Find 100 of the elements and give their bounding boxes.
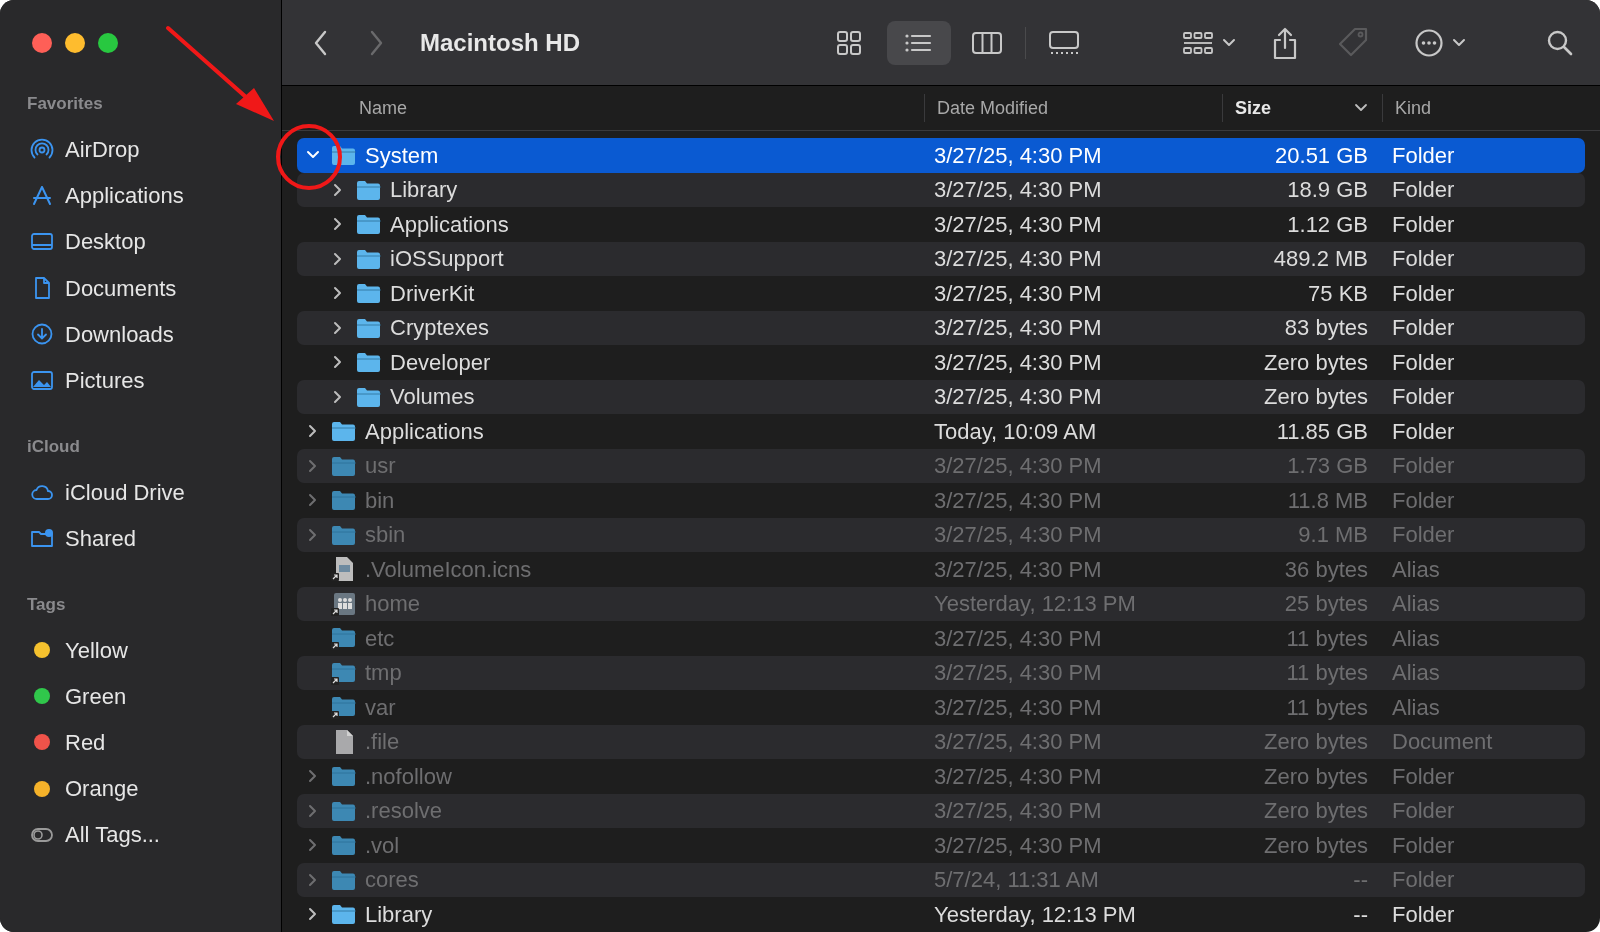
file-row[interactable]: Applications 3/27/25, 4:30 PM 1.12 GB Folder: [297, 207, 1585, 242]
folder-icon: [356, 212, 382, 237]
date-modified: 3/27/25, 4:30 PM: [933, 624, 1103, 653]
file-name: .file: [365, 728, 400, 757]
share-button[interactable]: [1272, 25, 1298, 60]
column-header[interactable]: Size: [1235, 94, 1272, 122]
zoom-button[interactable]: [98, 33, 118, 53]
file-size: --: [1352, 866, 1368, 895]
file-row[interactable]: DriverKit 3/27/25, 4:30 PM 75 KB Folder: [297, 276, 1585, 311]
date-modified: 3/27/25, 4:30 PM: [933, 348, 1103, 377]
download-icon: [30, 322, 54, 347]
date-modified: Yesterday, 12:13 PM: [933, 590, 1137, 619]
window-title: Macintosh HD: [420, 27, 580, 58]
file-size: 25 bytes: [1283, 590, 1368, 619]
sidebar-item[interactable]: Pictures: [0, 357, 281, 404]
date-modified: 3/27/25, 4:30 PM: [933, 486, 1103, 515]
date-modified: 3/27/25, 4:30 PM: [933, 797, 1103, 826]
file-kind: Alias: [1391, 624, 1440, 653]
sidebar-item[interactable]: Desktop: [0, 218, 281, 266]
sidebar-item[interactable]: Green: [0, 673, 281, 720]
file-size: 489.2 MB: [1272, 245, 1368, 274]
file-size: 1.73 GB: [1286, 452, 1368, 481]
file-kind: Folder: [1391, 279, 1455, 308]
file-kind: Folder: [1391, 900, 1455, 929]
folder-alias-icon: [331, 694, 357, 721]
file-size: 11.85 GB: [1275, 417, 1368, 446]
file-name: Library: [390, 176, 458, 205]
sidebar-section-title: Favorites: [26, 93, 104, 115]
date-modified: 3/27/25, 4:30 PM: [933, 383, 1103, 412]
file-kind: Folder: [1391, 417, 1455, 446]
folder-icon: [331, 833, 357, 858]
file-kind: Alias: [1391, 693, 1440, 722]
sidebar-item[interactable]: AirDrop: [0, 126, 281, 173]
ellipsis-icon: [1414, 27, 1444, 58]
date-modified: 3/27/25, 4:30 PM: [933, 521, 1103, 550]
file-kind: Folder: [1391, 762, 1455, 791]
picture-icon: [30, 368, 54, 393]
column-header[interactable]: Name: [359, 94, 407, 122]
file-size: Zero bytes: [1263, 383, 1368, 412]
file-size: 11 bytes: [1285, 659, 1368, 688]
sidebar-section-title: Tags: [26, 593, 67, 616]
file-name: home: [365, 590, 421, 619]
sidebar-item[interactable]: iCloud Drive: [0, 469, 281, 516]
folder-icon: [356, 350, 382, 375]
column-header[interactable]: Kind: [1395, 94, 1432, 122]
sidebar-item[interactable]: Yellow: [0, 627, 281, 674]
file-size: Zero bytes: [1263, 762, 1368, 791]
file-kind: Folder: [1391, 348, 1455, 377]
file-row[interactable]: Developer 3/27/25, 4:30 PM Zero bytes Folder: [297, 345, 1585, 380]
sidebar-item[interactable]: Shared: [0, 515, 281, 562]
sidebar-item[interactable]: Documents: [0, 265, 281, 312]
date-modified: 3/27/25, 4:30 PM: [933, 176, 1103, 205]
file-size: 18.9 GB: [1286, 176, 1368, 205]
folder-icon: [331, 902, 357, 927]
file-kind: Alias: [1391, 555, 1440, 584]
file-kind: Folder: [1391, 210, 1455, 239]
file-kind: Folder: [1391, 245, 1455, 274]
close-button[interactable]: [32, 33, 52, 53]
folder-icon: [356, 281, 382, 306]
sidebar-item[interactable]: Red: [0, 719, 281, 766]
file-name: Developer: [390, 348, 491, 377]
date-modified: 3/27/25, 4:30 PM: [933, 279, 1103, 308]
sidebar-item[interactable]: Downloads: [0, 311, 281, 358]
column-header[interactable]: Date Modified: [937, 94, 1049, 122]
file-name: System: [365, 141, 439, 170]
file-kind: Folder: [1391, 521, 1455, 550]
date-modified: 3/27/25, 4:30 PM: [933, 762, 1103, 791]
file-kind: Folder: [1391, 831, 1455, 860]
sidebar-item[interactable]: All Tags...: [0, 811, 281, 858]
file-name: bin: [365, 486, 395, 515]
file-size: Zero bytes: [1263, 728, 1368, 757]
file-name: sbin: [365, 521, 406, 550]
file-row[interactable]: Cryptexes 3/27/25, 4:30 PM 83 bytes Folder: [297, 310, 1585, 345]
app-store-icon: [30, 183, 54, 208]
file-size: Zero bytes: [1263, 831, 1368, 860]
file-kind: Folder: [1391, 486, 1455, 515]
file-size: 83 bytes: [1283, 314, 1368, 343]
date-modified: 3/27/25, 4:30 PM: [933, 210, 1103, 239]
file-size: --: [1352, 900, 1368, 929]
list-view-button[interactable]: [887, 20, 951, 65]
file-row[interactable]: System 3/27/25, 4:30 PM 20.51 GB Folder: [297, 138, 1585, 173]
sidebar-item[interactable]: Orange: [0, 765, 281, 812]
search-button[interactable]: [1546, 28, 1574, 57]
date-modified: 3/27/25, 4:30 PM: [933, 452, 1103, 481]
date-modified: 3/27/25, 4:30 PM: [933, 245, 1103, 274]
file-row[interactable]: Volumes 3/27/25, 4:30 PM Zero bytes Folder: [297, 379, 1585, 414]
folder-icon: [331, 764, 357, 789]
file-row[interactable]: Library 3/27/25, 4:30 PM 18.9 GB Folder: [297, 172, 1585, 207]
minimize-button[interactable]: [65, 33, 85, 53]
file-kind: Folder: [1391, 797, 1455, 826]
file-row[interactable]: iOSSupport 3/27/25, 4:30 PM 489.2 MB Folder: [297, 241, 1585, 276]
file-size: 1.12 GB: [1286, 210, 1368, 239]
sidebar-item[interactable]: Applications: [0, 172, 281, 219]
date-modified: 3/27/25, 4:30 PM: [933, 314, 1103, 343]
file-name: tmp: [365, 659, 402, 688]
file-row[interactable]: Applications Today, 10:09 AM 11.85 GB Folder: [297, 414, 1585, 449]
file-size: Zero bytes: [1263, 797, 1368, 826]
file-size: 20.51 GB: [1274, 141, 1368, 170]
caret-icon: [1452, 37, 1466, 48]
file-row[interactable]: Library Yesterday, 12:13 PM -- Folder: [297, 897, 1585, 932]
